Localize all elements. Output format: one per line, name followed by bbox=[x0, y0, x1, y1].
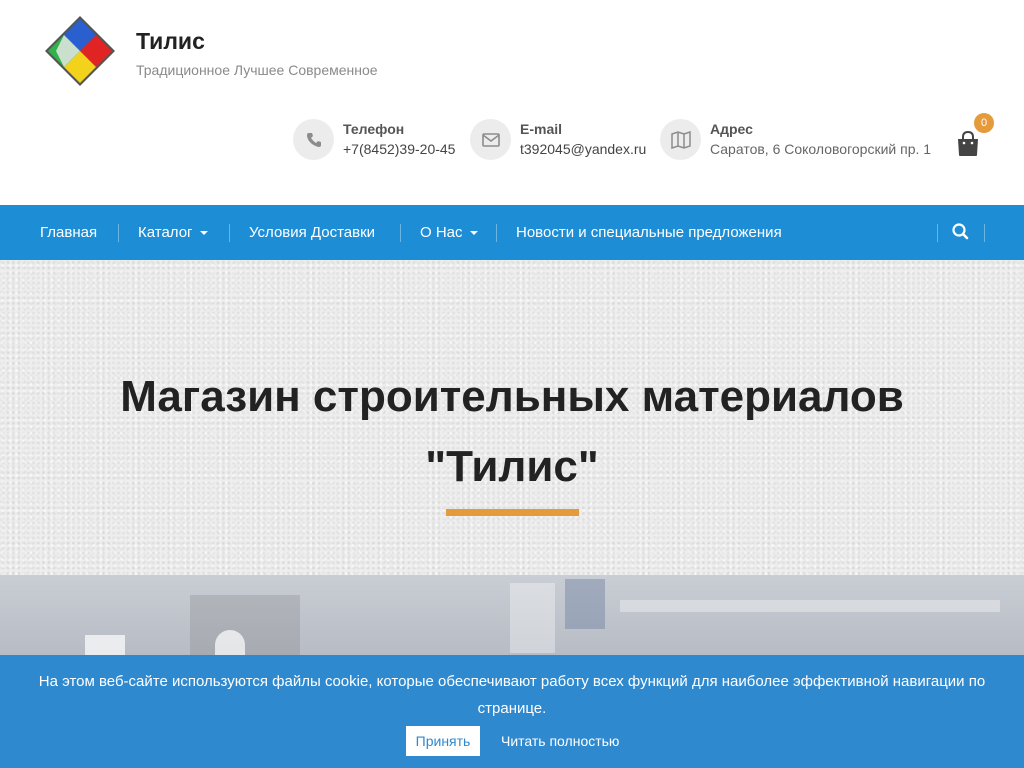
nav-separator bbox=[118, 224, 119, 242]
nav-item-home[interactable]: Главная bbox=[40, 205, 97, 260]
contact-phone: Телефон +7(8452)39-20-45 bbox=[293, 119, 455, 161]
hero-photo bbox=[0, 575, 1024, 660]
hero-title-line1: Магазин строительных материалов bbox=[120, 372, 904, 421]
hero-title-line2: "Тилис" bbox=[425, 442, 599, 491]
nav-separator bbox=[400, 224, 401, 242]
search-icon[interactable] bbox=[938, 218, 984, 246]
chevron-down-icon bbox=[199, 231, 208, 236]
contact-address: Адрес Саратов, 6 Соколовогорский пр. 1 bbox=[660, 119, 931, 161]
cookie-consent-bar: На этом веб-сайте используются файлы coo… bbox=[0, 655, 1024, 768]
nav-item-about[interactable]: О Нас bbox=[420, 205, 478, 260]
contact-email-label: E-mail bbox=[520, 121, 563, 137]
hero-banner: Магазин строительных материалов "Тилис" bbox=[0, 260, 1024, 575]
nav-item-catalog[interactable]: Каталог bbox=[138, 205, 208, 260]
site-header: Тилис Традиционное Лучшее Современное Те… bbox=[0, 0, 1024, 205]
nav-item-delivery-label: Условия Доставки bbox=[249, 224, 376, 241]
cookie-read-more-link[interactable]: Читать полностью bbox=[501, 726, 619, 756]
nav-item-catalog-label: Каталог bbox=[138, 224, 193, 241]
site-title[interactable]: Тилис bbox=[136, 28, 205, 55]
nav-item-news[interactable]: Новости и специальные предложения bbox=[516, 205, 782, 260]
contact-phone-value[interactable]: +7(8452)39-20-45 bbox=[343, 141, 455, 157]
nav-separator bbox=[984, 224, 985, 242]
nav-separator bbox=[496, 224, 497, 242]
contact-email: E-mail t392045@yandex.ru bbox=[470, 119, 646, 161]
cookie-message: На этом веб-сайте используются файлы coo… bbox=[38, 673, 986, 717]
contact-email-value[interactable]: t392045@yandex.ru bbox=[520, 141, 646, 157]
nav-separator bbox=[229, 224, 230, 242]
contact-phone-label: Телефон bbox=[343, 121, 405, 137]
contact-address-label: Адрес bbox=[710, 121, 753, 137]
site-logo[interactable] bbox=[43, 14, 117, 88]
cookie-accept-button[interactable]: Принять bbox=[406, 726, 480, 756]
nav-item-home-label: Главная bbox=[40, 224, 98, 241]
chevron-down-icon bbox=[469, 231, 478, 236]
cart-count-badge[interactable]: 0 bbox=[974, 113, 994, 133]
hero-underline bbox=[446, 509, 579, 516]
contact-address-value: Саратов, 6 Соколовогорский пр. 1 bbox=[710, 141, 932, 157]
phone-icon bbox=[293, 119, 334, 160]
main-navigation: Главная Каталог Условия Доставки О Нас Н… bbox=[0, 205, 1024, 260]
nav-item-about-label: О Нас bbox=[420, 224, 463, 241]
hero-title: Магазин строительных материалов "Тилис" bbox=[0, 362, 1024, 502]
envelope-icon bbox=[470, 119, 511, 160]
nav-item-delivery[interactable]: Условия Доставки bbox=[249, 205, 375, 260]
map-icon bbox=[660, 119, 701, 160]
shopping-bag-icon[interactable] bbox=[956, 131, 980, 157]
site-tagline: Традиционное Лучшее Современное bbox=[136, 62, 378, 78]
nav-item-news-label: Новости и специальные предложения bbox=[516, 224, 782, 241]
